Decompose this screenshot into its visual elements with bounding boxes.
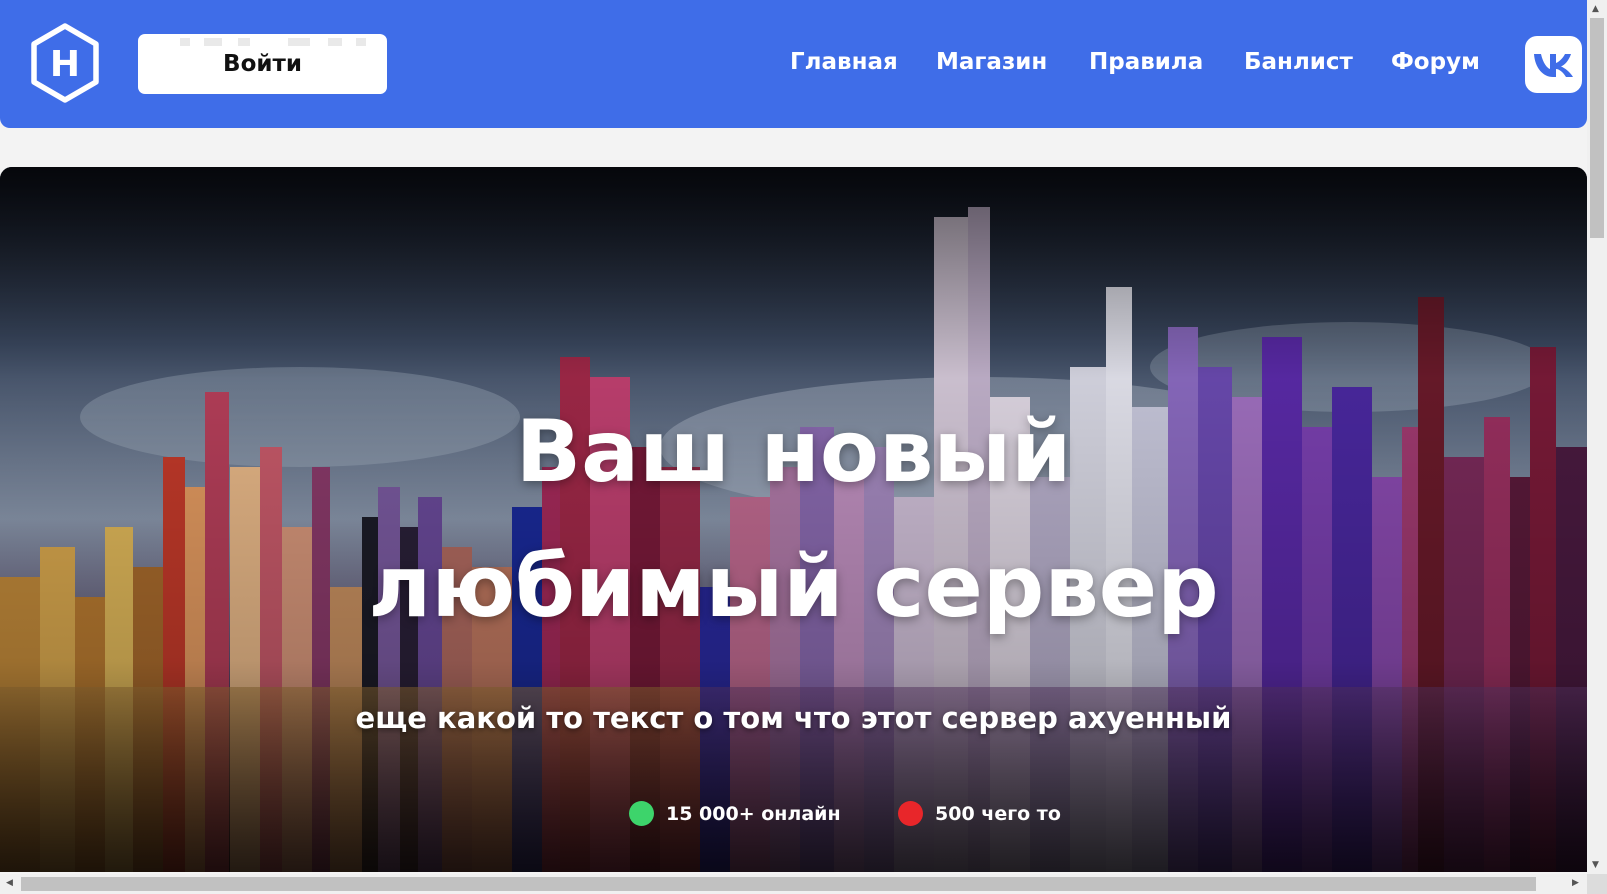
scroll-right-arrow-icon[interactable]: ▶ xyxy=(1572,878,1579,888)
scroll-up-arrow-icon[interactable]: ▲ xyxy=(1592,4,1599,14)
hero-title: Ваш новый любимый сервер xyxy=(0,385,1587,655)
vk-button[interactable] xyxy=(1525,36,1582,93)
hero-title-line1: Ваш новый xyxy=(515,402,1072,502)
horizontal-scrollbar[interactable]: ◀ ▶ xyxy=(0,874,1587,894)
online-stat: 15 000+ онлайн xyxy=(629,801,841,826)
red-status-dot-icon xyxy=(898,801,923,826)
green-status-dot-icon xyxy=(629,801,654,826)
scrollbar-corner xyxy=(1587,874,1607,894)
second-stat: 500 чего то xyxy=(898,801,1061,826)
second-stat-text: 500 чего то xyxy=(935,802,1061,825)
hero-subtitle: еще какой то текст о том что этот сервер… xyxy=(355,701,1232,735)
nav-link-rules[interactable]: Правила xyxy=(1089,49,1203,75)
horizontal-scroll-thumb[interactable] xyxy=(21,877,1536,891)
nav-link-banlist[interactable]: Банлист xyxy=(1244,49,1353,75)
scroll-left-arrow-icon[interactable]: ◀ xyxy=(6,878,13,888)
vertical-scroll-thumb[interactable] xyxy=(1590,18,1604,238)
hero-title-line2: любимый сервер xyxy=(368,537,1219,637)
online-stat-text: 15 000+ онлайн xyxy=(666,802,841,825)
vertical-scrollbar[interactable]: ▲ ▼ xyxy=(1587,0,1607,874)
top-navbar: H Войти Главная Магазин Правила Банлист … xyxy=(0,0,1587,128)
main-nav: Главная Магазин Правила Банлист Форум xyxy=(0,0,1587,128)
hero-banner: Ваш новый любимый сервер еще какой то те… xyxy=(0,167,1587,872)
scroll-down-arrow-icon[interactable]: ▼ xyxy=(1592,860,1599,870)
nav-link-forum[interactable]: Форум xyxy=(1391,49,1480,75)
nav-link-shop[interactable]: Магазин xyxy=(936,49,1047,75)
nav-link-home[interactable]: Главная xyxy=(790,49,898,75)
vk-icon xyxy=(1533,53,1573,77)
